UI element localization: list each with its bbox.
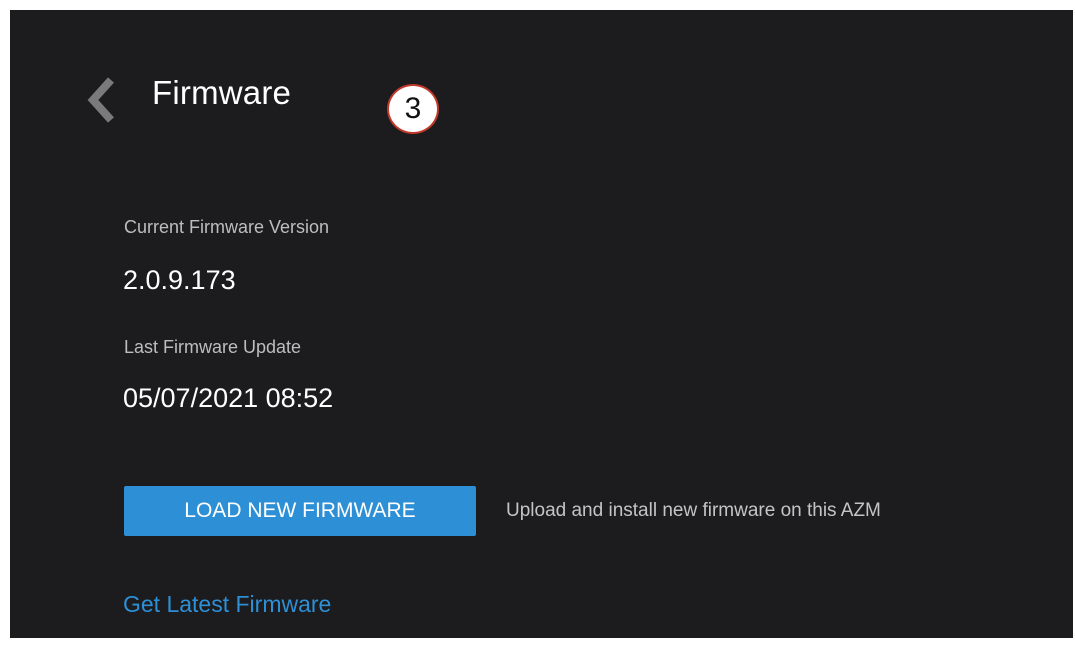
load-new-firmware-button[interactable]: LOAD NEW FIRMWARE	[124, 486, 476, 536]
current-version-value: 2.0.9.173	[123, 265, 236, 295]
page-title: Firmware	[152, 74, 292, 111]
get-latest-firmware-link[interactable]: Get Latest Firmware	[123, 591, 331, 618]
firmware-panel: Firmware 3 Current Firmware Version 2.0.…	[10, 10, 1073, 638]
load-firmware-description: Upload and install new firmware on this …	[506, 500, 881, 521]
last-update-value: 05/07/2021 08:52	[123, 383, 334, 413]
chevron-left-icon	[87, 77, 114, 123]
back-button[interactable]	[82, 76, 122, 124]
step-badge: 3	[387, 84, 439, 134]
current-version-label: Current Firmware Version	[124, 217, 330, 237]
last-update-label: Last Firmware Update	[124, 337, 302, 357]
